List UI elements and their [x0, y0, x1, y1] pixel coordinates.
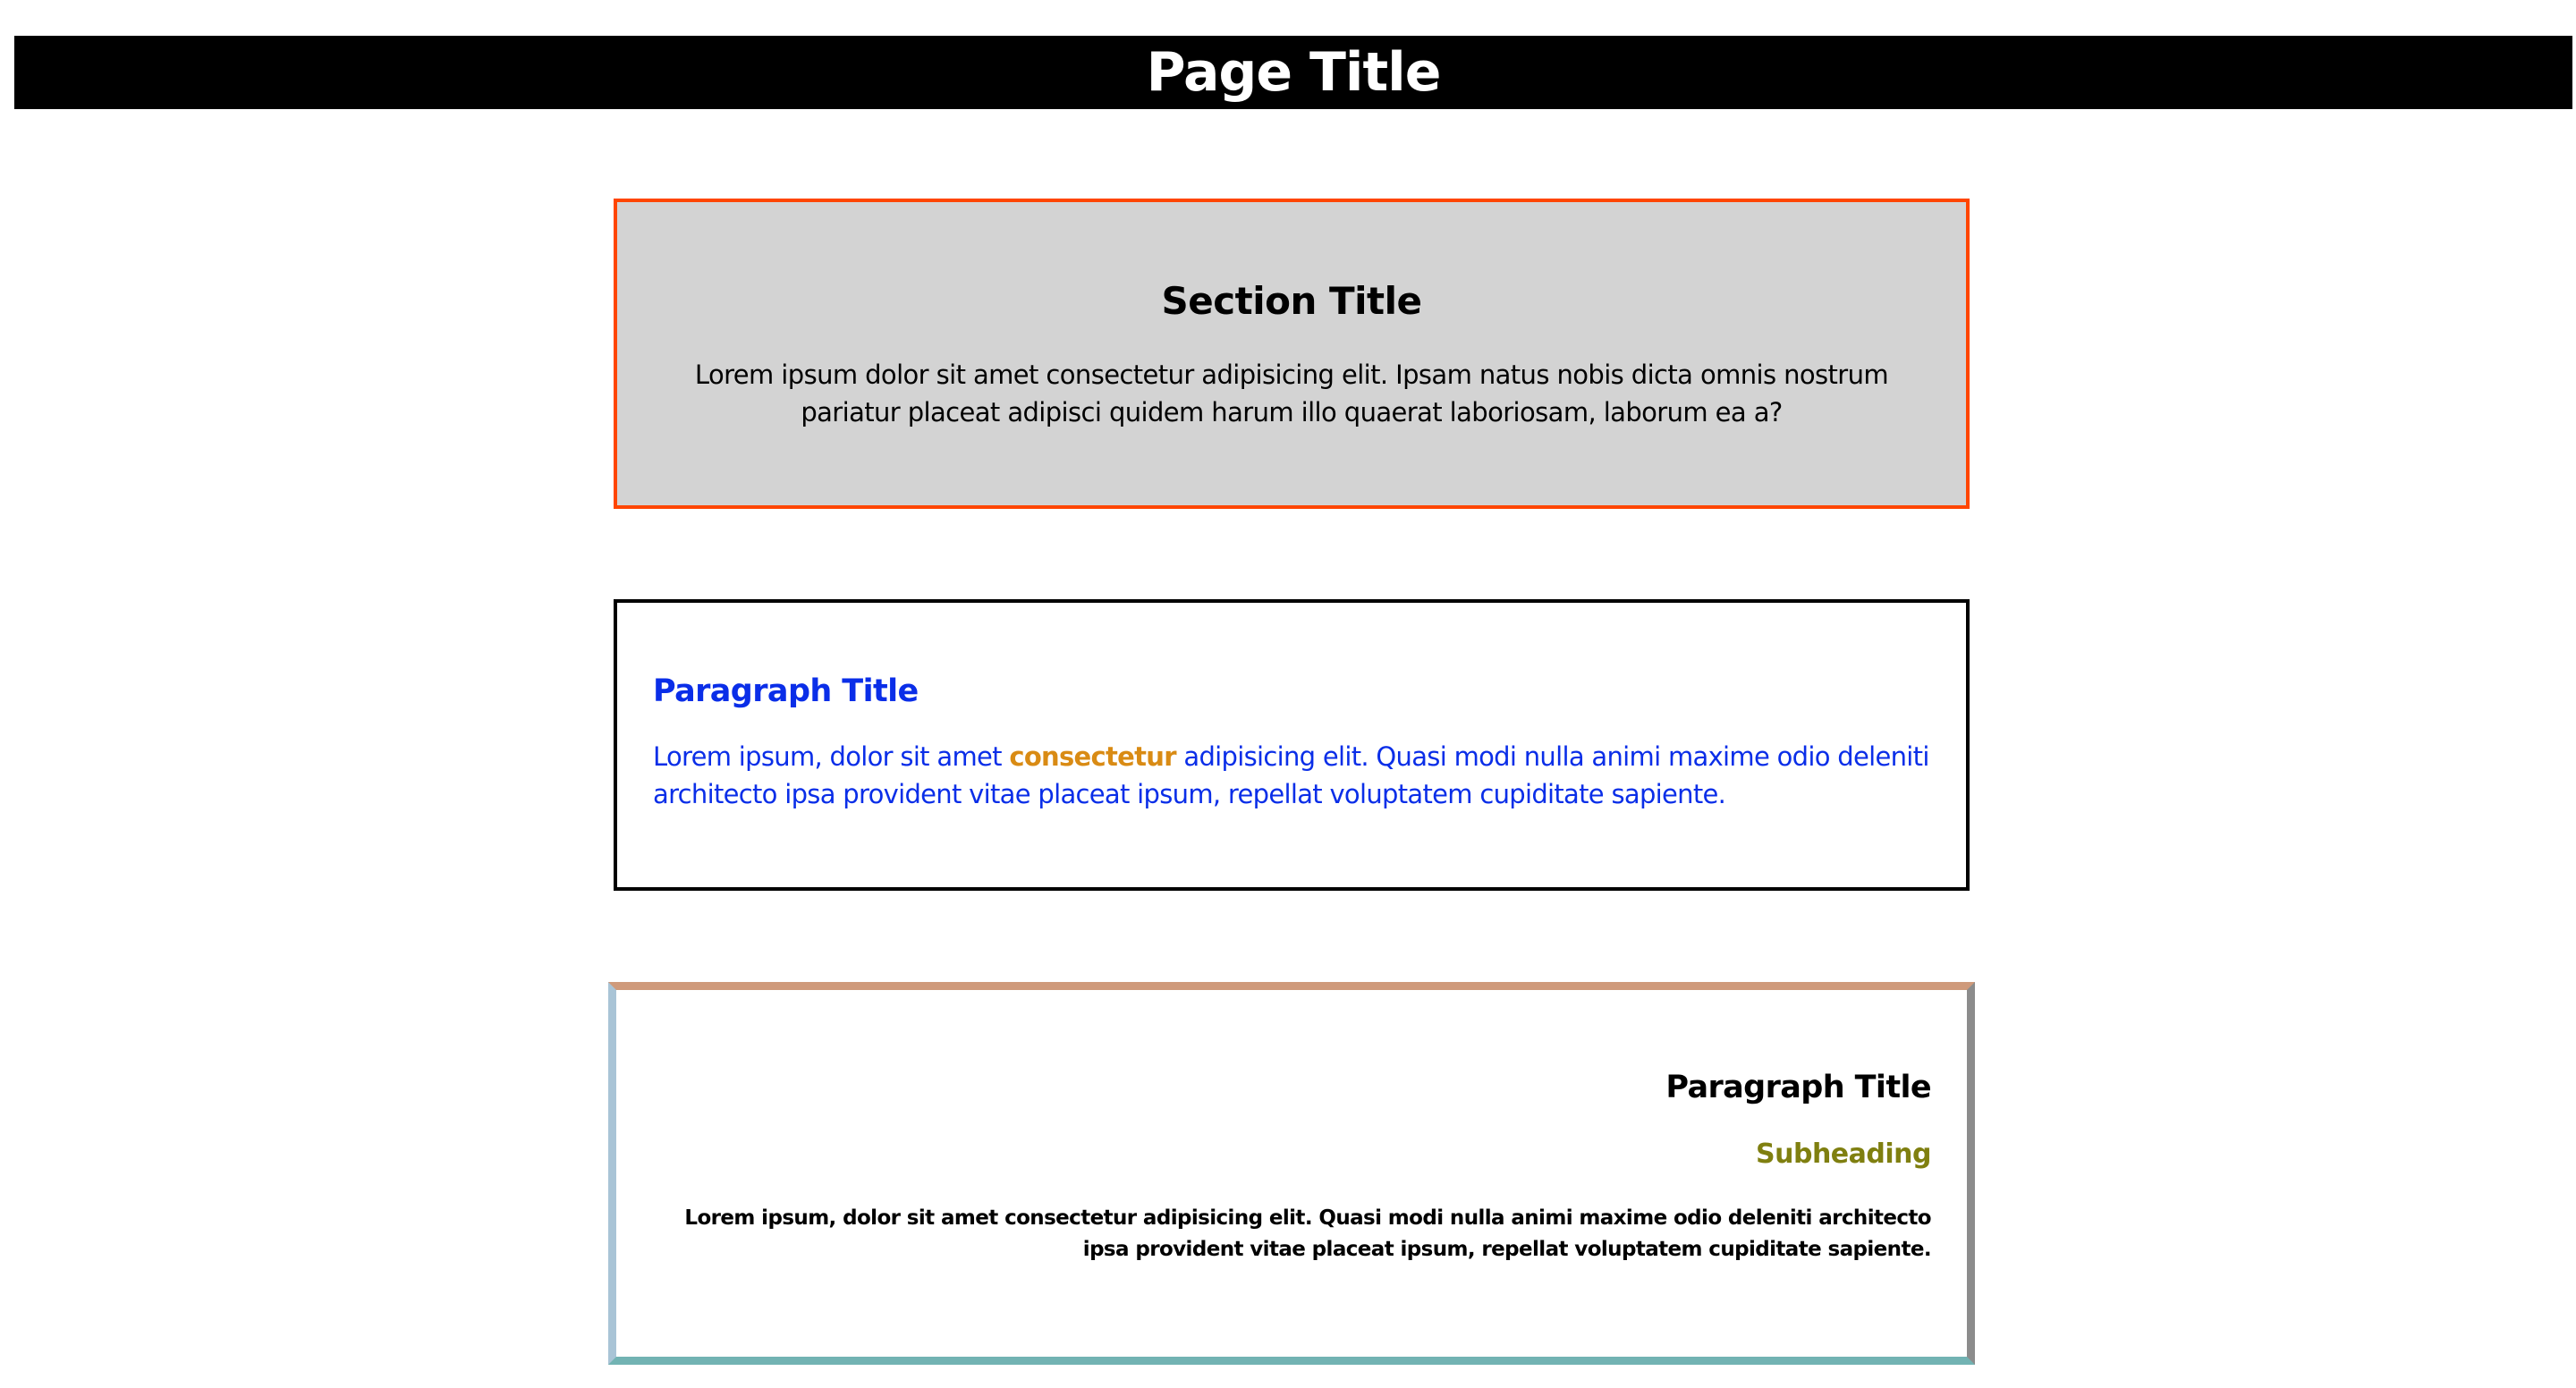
paragraph-text: Lorem ipsum, dolor sit amet consectetur …: [653, 738, 1930, 813]
page-title: Page Title: [1146, 41, 1442, 104]
styled-card-text: Lorem ipsum, dolor sit amet consectetur …: [684, 1206, 1931, 1261]
styled-border-card: Paragraph Title Subheading Lorem ipsum, …: [608, 982, 1975, 1365]
section-card: Section Title Lorem ipsum dolor sit amet…: [614, 199, 1970, 509]
paragraph-text-start: Lorem ipsum, dolor sit amet: [653, 741, 1010, 772]
styled-card-title: Paragraph Title: [1665, 1070, 1931, 1105]
highlighted-word: consectetur: [1009, 741, 1176, 772]
section-title: Section Title: [1161, 279, 1423, 323]
section-text: Lorem ipsum dolor sit amet consectetur a…: [694, 360, 1889, 428]
paragraph-card: Paragraph Title Lorem ipsum, dolor sit a…: [614, 599, 1970, 891]
styled-card-subheading: Subheading: [1756, 1138, 1931, 1170]
paragraph-title: Paragraph Title: [653, 673, 919, 709]
page-header: Page Title: [14, 36, 2572, 109]
